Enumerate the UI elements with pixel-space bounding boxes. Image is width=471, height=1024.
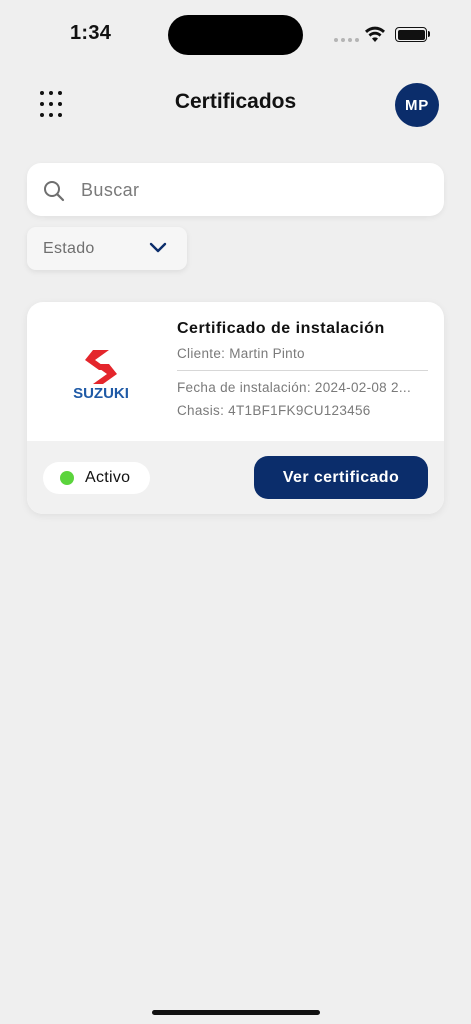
certificate-chasis: Chasis: 4T1BF1FK9CU123456 bbox=[177, 403, 371, 418]
app-screen: 1:34 Certificados MP Estado bbox=[0, 0, 471, 1024]
search-bar[interactable] bbox=[27, 163, 444, 216]
search-icon bbox=[44, 181, 65, 202]
battery-icon bbox=[395, 27, 427, 42]
battery-cap bbox=[428, 31, 430, 37]
certificate-client: Cliente: Martin Pinto bbox=[177, 346, 305, 361]
certificate-title: Certificado de instalación bbox=[177, 320, 385, 337]
wifi-icon bbox=[365, 26, 385, 42]
avatar-initials: MP bbox=[404, 96, 430, 114]
brand-logo-text: SUZUKI bbox=[73, 385, 129, 400]
view-certificate-button[interactable]: Ver certificado bbox=[254, 456, 428, 499]
card-footer: Activo Ver certificado bbox=[27, 441, 444, 514]
status-badge: Activo bbox=[43, 462, 150, 494]
certificate-install-date: Fecha de instalación: 2024-02-08 2... bbox=[177, 380, 411, 395]
chevron-down-icon bbox=[149, 242, 167, 253]
status-text: Activo bbox=[85, 469, 131, 486]
home-indicator[interactable] bbox=[152, 1010, 320, 1015]
avatar[interactable]: MP bbox=[395, 83, 439, 127]
certificate-card: SUZUKI Certificado de instalación Client… bbox=[27, 302, 444, 514]
suzuki-logo: SUZUKI bbox=[73, 350, 129, 400]
search-input[interactable] bbox=[81, 177, 421, 203]
status-dot-icon bbox=[60, 471, 74, 485]
status-filter-label: Estado bbox=[43, 240, 95, 257]
status-time: 1:34 bbox=[70, 22, 112, 44]
status-filter-dropdown[interactable]: Estado bbox=[27, 227, 187, 270]
card-divider bbox=[177, 370, 428, 371]
cellular-signal-icon bbox=[334, 38, 359, 42]
dynamic-island bbox=[168, 15, 303, 55]
